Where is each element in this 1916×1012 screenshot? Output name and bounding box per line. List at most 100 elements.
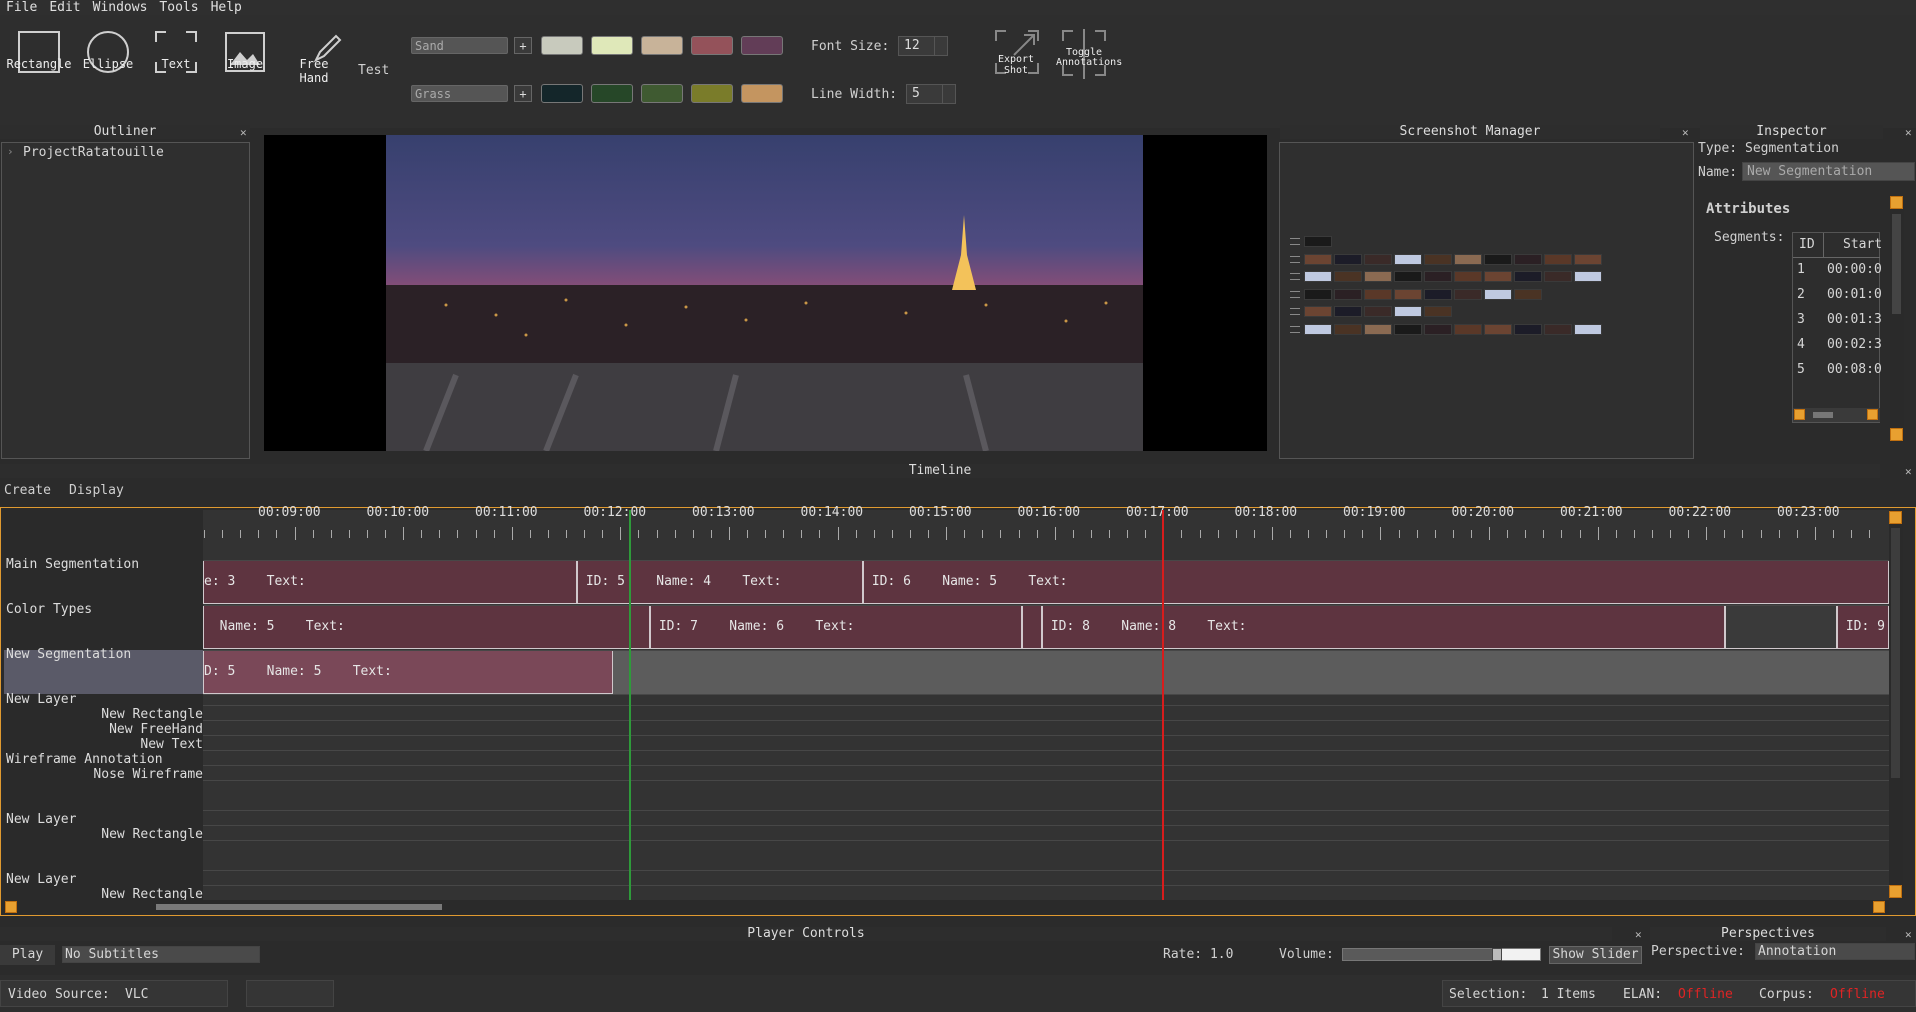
stepper-arrows-icon[interactable] bbox=[942, 85, 955, 103]
menu-tools[interactable]: Tools bbox=[153, 1, 204, 15]
inspector-name-field[interactable]: New Segmentation bbox=[1742, 162, 1915, 181]
video-source-value[interactable]: VLC bbox=[125, 987, 148, 1002]
inspector-vertical-scrollbar[interactable] bbox=[1890, 196, 1904, 442]
screenshot-thumbnail[interactable] bbox=[1454, 271, 1482, 282]
close-icon[interactable]: ✕ bbox=[240, 126, 247, 139]
outliner-project-item[interactable]: ProjectRatatouille bbox=[23, 145, 164, 160]
close-icon[interactable]: ✕ bbox=[1635, 928, 1642, 941]
add-color-button[interactable]: + bbox=[514, 85, 532, 102]
screenshot-thumbnail[interactable] bbox=[1424, 253, 1452, 265]
screenshot-thumbnail[interactable] bbox=[1394, 253, 1422, 265]
screenshot-thumbnail[interactable] bbox=[1514, 253, 1542, 265]
scrollbar-thumb[interactable] bbox=[1813, 412, 1833, 418]
segment-block-selected[interactable]: D: 5 Name: 5 Text: bbox=[203, 650, 613, 694]
group-marker-icon[interactable] bbox=[1290, 273, 1300, 280]
screenshot-thumbnail[interactable] bbox=[1484, 323, 1512, 335]
scroll-up-icon[interactable] bbox=[1889, 511, 1902, 524]
volume-slider[interactable] bbox=[1342, 948, 1541, 961]
image-tool-button[interactable]: Image bbox=[220, 32, 270, 72]
group-marker-icon[interactable] bbox=[1290, 238, 1300, 245]
screenshot-thumbnail[interactable] bbox=[1424, 323, 1452, 335]
scroll-left-icon[interactable] bbox=[1794, 409, 1805, 420]
timeline-menu-create[interactable]: Create bbox=[4, 483, 51, 498]
group-marker-icon[interactable] bbox=[1290, 325, 1300, 333]
screenshot-thumbnail[interactable] bbox=[1364, 253, 1392, 265]
screenshot-thumbnail[interactable] bbox=[1514, 271, 1542, 282]
volume-slider-handle[interactable] bbox=[1491, 948, 1502, 961]
playback-rate[interactable]: Rate: 1.0 bbox=[1163, 947, 1233, 962]
color-swatch[interactable] bbox=[591, 84, 633, 103]
text-tool-button[interactable]: Text bbox=[150, 31, 202, 73]
segment-block[interactable] bbox=[1022, 605, 1042, 649]
segments-table-row[interactable]: 2 00:01:0 bbox=[1793, 284, 1882, 308]
screenshot-thumbnail[interactable] bbox=[1334, 253, 1362, 265]
scroll-up-icon[interactable] bbox=[1890, 196, 1903, 209]
close-icon[interactable]: ✕ bbox=[1905, 928, 1912, 941]
group-marker-icon[interactable] bbox=[1290, 290, 1300, 298]
screenshot-thumbnail[interactable] bbox=[1484, 271, 1512, 282]
segments-table-row[interactable]: 5 00:08:0 bbox=[1793, 359, 1882, 383]
playhead-marker-red[interactable] bbox=[1162, 510, 1164, 900]
track-label-new-segmentation[interactable]: New Segmentation bbox=[6, 647, 131, 662]
group-marker-icon[interactable] bbox=[1290, 308, 1300, 315]
menu-windows[interactable]: Windows bbox=[87, 1, 154, 15]
screenshot-thumbnail[interactable] bbox=[1544, 271, 1572, 282]
close-icon[interactable]: ✕ bbox=[1905, 465, 1912, 478]
segment-block[interactable]: e: 3 Text: bbox=[203, 560, 577, 604]
screenshot-thumbnail[interactable] bbox=[1364, 306, 1392, 317]
test-tool-button[interactable]: Test bbox=[358, 63, 389, 78]
screenshot-thumbnail[interactable] bbox=[1394, 306, 1422, 317]
track-sublabel[interactable]: New Rectangle bbox=[101, 707, 203, 722]
scrollbar-thumb[interactable] bbox=[156, 904, 442, 910]
perspective-select[interactable]: Annotation bbox=[1755, 943, 1915, 960]
stepper-arrows-icon[interactable] bbox=[934, 37, 947, 55]
add-color-button[interactable]: + bbox=[514, 37, 532, 54]
screenshot-thumbnail[interactable] bbox=[1304, 288, 1332, 300]
screenshot-thumbnail[interactable] bbox=[1454, 288, 1482, 300]
rectangle-tool-button[interactable]: Rectangle bbox=[4, 31, 74, 73]
play-button[interactable]: Play bbox=[0, 945, 55, 965]
segment-block[interactable]: ID: 6 Name: 5 Text: bbox=[863, 560, 1889, 604]
track-lane[interactable] bbox=[613, 650, 1889, 694]
segment-block[interactable]: Name: 5 Text: bbox=[203, 605, 650, 649]
screenshot-thumbnail[interactable] bbox=[1574, 323, 1602, 335]
font-size-stepper[interactable]: 12 bbox=[898, 36, 948, 56]
screenshot-thumbnail[interactable] bbox=[1364, 288, 1392, 300]
scroll-right-icon[interactable] bbox=[1873, 901, 1885, 913]
segments-table[interactable]: ID Start 1 00:00:0 2 00:01:0 3 00:01:3 4 00:02:… bbox=[1792, 232, 1882, 423]
screenshot-thumbnail[interactable] bbox=[1484, 288, 1512, 300]
screenshot-thumbnail[interactable] bbox=[1544, 253, 1572, 265]
segments-table-row[interactable]: 4 00:02:3 bbox=[1793, 334, 1882, 358]
track-sublabel[interactable]: New Rectangle bbox=[101, 887, 203, 900]
track-sublabel[interactable]: Nose Wireframe bbox=[93, 767, 203, 782]
segment-block[interactable]: ID: 9 bbox=[1837, 605, 1889, 649]
segments-table-row[interactable]: 1 00:00:0 bbox=[1793, 259, 1882, 283]
line-width-stepper[interactable]: 5 bbox=[906, 84, 956, 104]
screenshot-thumbnail[interactable] bbox=[1514, 288, 1542, 300]
color-swatch[interactable] bbox=[691, 84, 733, 103]
color-swatch[interactable] bbox=[691, 36, 733, 55]
segments-table-row[interactable]: 3 00:01:3 bbox=[1793, 309, 1882, 333]
screenshot-thumbnail[interactable] bbox=[1424, 271, 1452, 282]
timeline-vertical-scrollbar[interactable] bbox=[1889, 510, 1903, 900]
scroll-down-icon[interactable] bbox=[1889, 885, 1902, 898]
screenshot-thumbnail[interactable] bbox=[1304, 253, 1332, 265]
color-swatch[interactable] bbox=[641, 36, 683, 55]
color-swatch[interactable] bbox=[541, 36, 583, 55]
timeline-horizontal-scrollbar[interactable] bbox=[4, 900, 1889, 914]
horizontal-scrollbar[interactable] bbox=[1793, 408, 1880, 422]
segment-block[interactable]: ID: 5 Name: 4 Text: bbox=[577, 560, 863, 604]
show-slider-button[interactable]: Show Slider bbox=[1549, 946, 1642, 964]
palette-select-grass[interactable]: Grass bbox=[411, 85, 508, 102]
screenshot-thumbnail[interactable] bbox=[1334, 271, 1362, 282]
segment-block[interactable]: ID: 7 Name: 6 Text: bbox=[650, 605, 1022, 649]
screenshot-thumbnail[interactable] bbox=[1484, 253, 1512, 265]
palette-select-sand[interactable]: Sand bbox=[411, 37, 508, 54]
scroll-left-icon[interactable] bbox=[5, 901, 17, 913]
column-header-start[interactable]: Start bbox=[1843, 237, 1882, 252]
color-swatch[interactable] bbox=[741, 84, 783, 103]
screenshot-thumbnail[interactable] bbox=[1574, 271, 1602, 282]
screenshot-grid[interactable] bbox=[1279, 142, 1694, 459]
color-swatch[interactable] bbox=[541, 84, 583, 103]
column-header-id[interactable]: ID bbox=[1799, 237, 1815, 252]
